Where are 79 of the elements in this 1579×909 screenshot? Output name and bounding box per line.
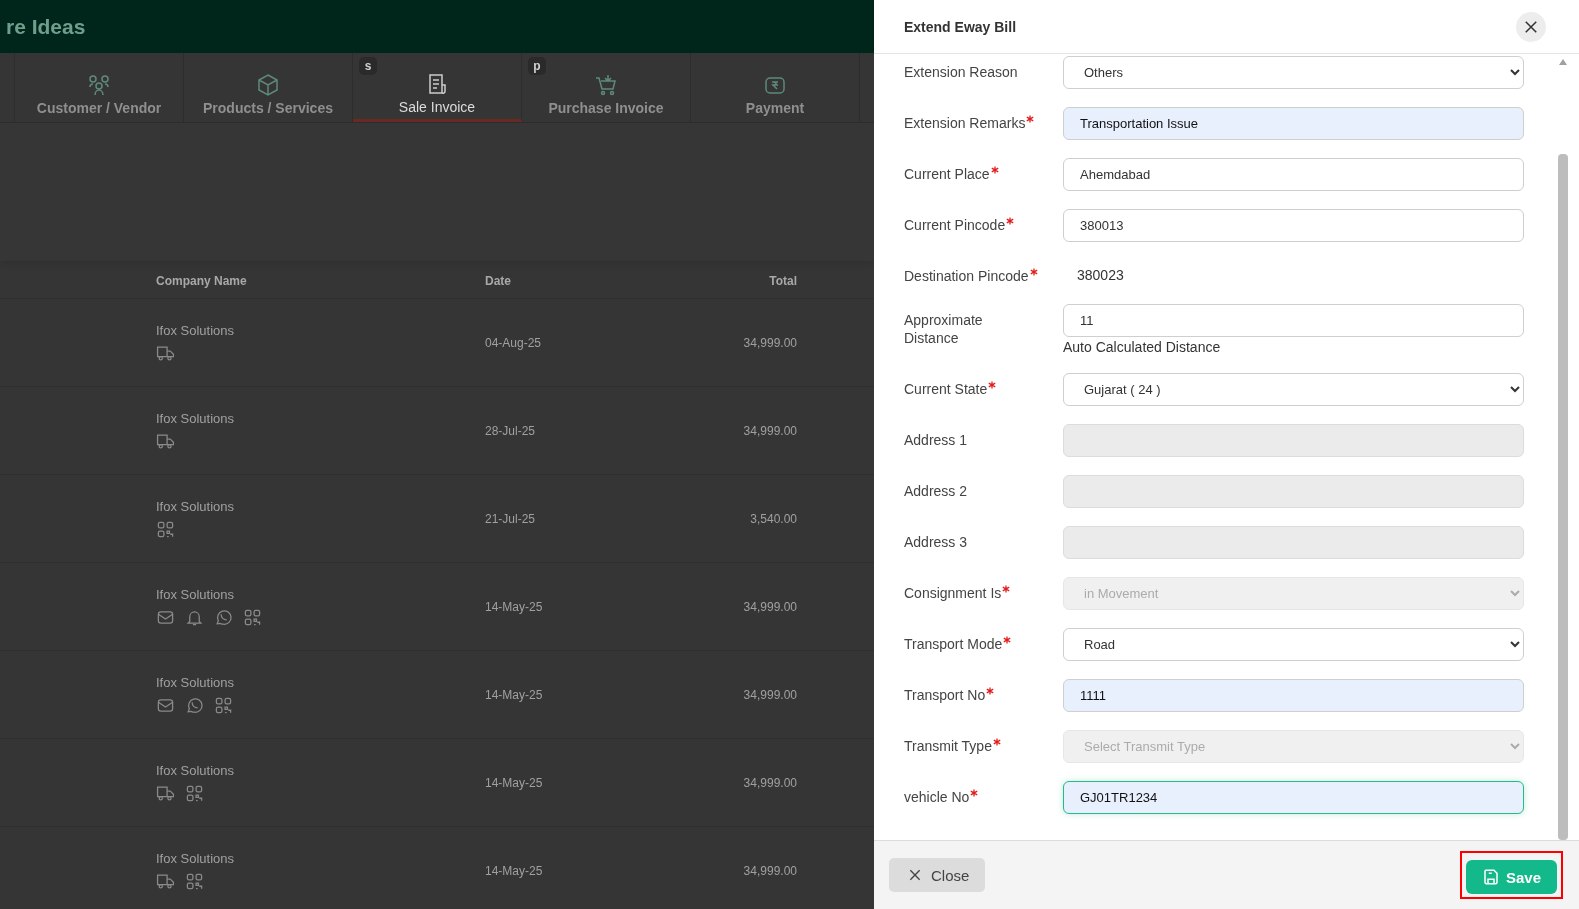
field-label: Address 3 (904, 533, 968, 551)
company-name: Ifox Solutions (156, 674, 236, 690)
company-name: Ifox Solutions (156, 850, 236, 866)
tab-label: Products / Services (202, 101, 334, 116)
scroll-up-icon[interactable] (1558, 58, 1568, 66)
column-header: Total (768, 273, 797, 288)
table-cell-text: 34,999.00 (742, 423, 797, 438)
company-name: Ifox Solutions (156, 498, 236, 514)
field-label: Transmit Type (904, 737, 992, 755)
chat-icon[interactable] (185, 695, 204, 715)
shortcut-badge: s (359, 57, 377, 75)
tab-label: Purchase Invoice (547, 101, 665, 116)
table-cell-text: 28-Jul-25 (485, 423, 537, 438)
field-label: Extension Remarks (904, 114, 1026, 132)
column-header: Date (485, 273, 512, 288)
cart-icon (594, 73, 618, 97)
field-label: vehicle No (904, 788, 970, 806)
table-cell-text: 21-Jul-25 (485, 511, 537, 526)
chat-icon[interactable] (214, 607, 233, 627)
table-cell-text: 34,999.00 (742, 687, 797, 702)
field-label: Current State (904, 380, 988, 398)
select-field[interactable]: Others (1063, 56, 1524, 89)
field-label: Destination Pincode (904, 267, 1029, 285)
field-label: Address 1 (904, 431, 968, 449)
field-value: 380023 (1076, 266, 1125, 285)
company-name: Ifox Solutions (156, 410, 236, 426)
tab[interactable]: Payment (691, 53, 860, 122)
save-icon (1481, 868, 1500, 886)
field-label: Extension Reason (904, 63, 1018, 81)
tab-label: Sale Invoice (397, 100, 477, 115)
app-title: re Ideas (6, 14, 86, 39)
field-label: Current Pincode (904, 216, 1006, 234)
company-name: Ifox Solutions (156, 322, 236, 338)
qr-code-icon[interactable] (185, 783, 204, 803)
tab-label: Customer / Vendor (35, 101, 163, 116)
close-icon (907, 867, 923, 883)
tab[interactable]: Products / Services (184, 53, 353, 122)
table-cell-text: 14-May-25 (485, 599, 544, 614)
input-field[interactable]: 380013 (1063, 209, 1524, 242)
input-field[interactable]: 1111 (1063, 679, 1524, 712)
input-field[interactable]: Ahemdabad (1063, 158, 1524, 191)
tab-label: Payment (744, 101, 806, 116)
qr-code-icon[interactable] (185, 871, 204, 891)
table-cell-text: 34,999.00 (742, 335, 797, 350)
field-label: Approximate Distance (904, 311, 984, 347)
table-cell-text: 14-May-25 (485, 775, 544, 790)
company-name: Ifox Solutions (156, 762, 236, 778)
input-field[interactable]: GJ01TR1234 (1063, 781, 1524, 814)
table-cell-text: 34,999.00 (742, 863, 797, 878)
select-field[interactable]: Road (1063, 628, 1524, 661)
table-cell-text: 14-May-25 (485, 687, 544, 702)
table-cell-text: 14-May-25 (485, 863, 544, 878)
table-cell-text: 34,999.00 (742, 775, 797, 790)
select-field[interactable]: Gujarat ( 24 ) (1063, 373, 1524, 406)
tab[interactable]: Customer / Vendor (15, 53, 184, 122)
qr-code-icon[interactable] (214, 695, 233, 715)
input-field[interactable]: 11 (1063, 304, 1524, 337)
field-label: Transport Mode (904, 635, 1003, 653)
tab[interactable]: p Purchase Invoice (522, 53, 691, 122)
close-button[interactable] (1516, 11, 1546, 42)
table-cell-text: 3,540.00 (749, 511, 797, 526)
field-label: Address 2 (904, 482, 968, 500)
field-label: Current Place (904, 165, 990, 183)
company-name: Ifox Solutions (156, 586, 236, 602)
field-label: Transport No (904, 686, 986, 704)
box-icon (256, 73, 280, 97)
field-label: Consignment Is (904, 584, 1002, 602)
people-icon (87, 73, 111, 97)
column-header: Company Name (156, 273, 248, 288)
shortcut-badge: p (528, 57, 546, 75)
help-text: Auto Calculated Distance (1063, 339, 1222, 355)
table-cell-text: 04-Aug-25 (485, 335, 543, 350)
input-field[interactable]: Transportation Issue (1063, 107, 1524, 140)
qr-code-icon[interactable] (243, 607, 262, 627)
drawer-title: Extend Eway Bill (904, 18, 1017, 35)
scrollbar-thumb[interactable] (1558, 154, 1568, 840)
qr-code-icon[interactable] (156, 519, 175, 539)
table-cell-text: 34,999.00 (742, 599, 797, 614)
close-button[interactable]: Close (889, 858, 986, 892)
